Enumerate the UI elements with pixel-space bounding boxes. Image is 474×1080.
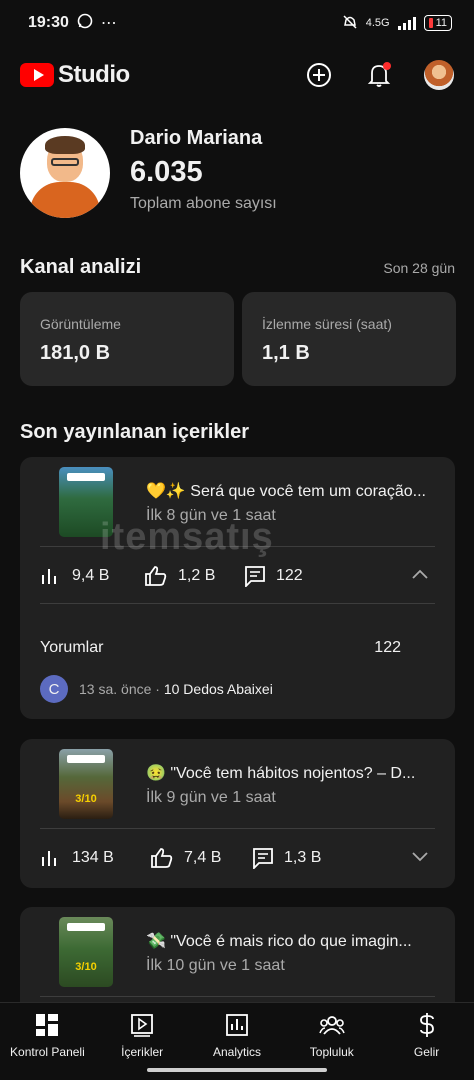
- views-metric: 134 B: [40, 848, 150, 868]
- whatsapp-icon: [77, 13, 93, 34]
- thumbnail-mark: 3/10: [75, 793, 97, 805]
- comments-total: 122: [374, 639, 401, 656]
- bar-chart-icon: [42, 569, 56, 584]
- notification-badge: [383, 62, 391, 70]
- comments-metric: 122: [244, 565, 303, 587]
- likes-metric: 1,2 B: [144, 565, 244, 587]
- likes-count: 1,2 B: [178, 567, 216, 584]
- video-title[interactable]: 💛✨ Será que você tem um coração...: [146, 481, 446, 501]
- commenter-avatar: C: [40, 675, 68, 703]
- status-time: 19:30: [28, 14, 69, 31]
- more-notifications-icon: ⋯: [100, 15, 117, 32]
- content-card[interactable]: 3/10 🤢 "Você tem hábitos nojentos? – D..…: [20, 739, 455, 888]
- brand-name: Studio: [58, 61, 130, 88]
- comments-count: 122: [276, 567, 303, 584]
- watch-time-card[interactable]: İzlenme süresi (saat) 1,1 B: [242, 292, 456, 386]
- home-indicator[interactable]: [147, 1068, 327, 1072]
- mute-icon: [342, 14, 358, 33]
- comment-author: 10 Dedos Abaixei: [163, 681, 273, 697]
- channel-name: Dario Mariana: [130, 127, 263, 149]
- views-count: 134 B: [72, 849, 114, 866]
- comments-metric: 1,3 B: [252, 847, 321, 869]
- recent-content-title: Son yayınlanan içerikler: [20, 421, 249, 443]
- content-card[interactable]: 💛✨ Será que você tem um coração... İlk 8…: [20, 457, 455, 719]
- thumbs-up-icon: [145, 566, 167, 586]
- comments-count: 1,3 B: [284, 849, 322, 866]
- video-title[interactable]: 🤢 "Você tem hábitos nojentos? – D...: [146, 763, 446, 783]
- chevron-down-icon[interactable]: [411, 849, 429, 867]
- nav-label: Topluluk: [309, 1045, 354, 1059]
- watermark: itemsatış: [100, 516, 274, 558]
- nav-label: Analytics: [212, 1045, 261, 1059]
- comment-time: 13 sa. önce: [79, 681, 152, 697]
- video-age: İlk 10 gün ve 1 saat: [146, 957, 285, 974]
- app-header: Studio: [0, 46, 474, 104]
- thumbnail-mark: 3/10: [75, 961, 97, 973]
- watch-time-label: İzlenme süresi (saat): [262, 316, 392, 332]
- nav-dashboard[interactable]: Kontrol Paneli: [0, 1003, 95, 1080]
- notifications-button[interactable]: [364, 60, 394, 90]
- battery-icon: 11: [423, 15, 452, 31]
- nav-earn[interactable]: Gelir: [379, 1003, 474, 1080]
- channel-analytics-title: Kanal analizi: [20, 256, 142, 278]
- comments-label: Yorumlar: [40, 639, 104, 656]
- subscriber-label: Toplam abone sayısı: [130, 195, 277, 212]
- latest-comment[interactable]: C 13 sa. önce · 10 Dedos Abaixei: [40, 675, 273, 703]
- account-avatar[interactable]: [424, 60, 454, 90]
- thumbs-up-icon: [151, 848, 173, 868]
- channel-avatar[interactable]: [20, 128, 110, 218]
- likes-metric: 7,4 B: [150, 847, 252, 869]
- views-count: 9,4 B: [72, 567, 110, 584]
- likes-count: 7,4 B: [184, 849, 222, 866]
- youtube-studio-logo[interactable]: Studio: [20, 61, 130, 89]
- video-thumbnail[interactable]: 3/10: [59, 749, 113, 819]
- add-circle-icon: [307, 63, 331, 87]
- views-card[interactable]: Görüntüleme 181,0 B: [20, 292, 234, 386]
- content-icon: [130, 1011, 154, 1039]
- channel-profile: Dario Mariana 6.035 Toplam abone sayısı: [20, 127, 277, 218]
- comment-icon: [245, 566, 265, 587]
- signal-icon: [397, 16, 416, 30]
- views-value: 181,0 B: [40, 342, 111, 364]
- analytics-range: Son 28 gün: [383, 260, 455, 276]
- comment-icon: [253, 848, 273, 869]
- video-title[interactable]: 💸 "Você é mais rico do que imagin...: [146, 931, 446, 951]
- views-label: Görüntüleme: [40, 316, 121, 332]
- battery-level: 11: [435, 17, 447, 29]
- create-button[interactable]: [304, 60, 334, 90]
- community-icon: [319, 1011, 345, 1039]
- video-thumbnail[interactable]: 3/10: [59, 917, 113, 987]
- nav-label: İçerikler: [121, 1045, 164, 1059]
- video-age: İlk 9 gün ve 1 saat: [146, 789, 276, 806]
- status-bar: 19:30 ⋯ 4.5G 11: [0, 0, 474, 46]
- network-type: 4.5G: [365, 17, 390, 29]
- chevron-up-icon[interactable]: [411, 567, 429, 585]
- nav-label: Gelir: [413, 1045, 440, 1059]
- views-metric: 9,4 B: [40, 566, 144, 586]
- comments-header[interactable]: Yorumlar 122: [40, 639, 435, 657]
- bar-chart-icon: [42, 851, 56, 866]
- analytics-icon: [225, 1011, 249, 1039]
- subscriber-count: 6.035: [130, 156, 203, 188]
- earn-icon: [417, 1011, 437, 1039]
- dashboard-icon: [35, 1011, 59, 1039]
- youtube-logo-icon: [20, 63, 54, 87]
- nav-label: Kontrol Paneli: [10, 1045, 85, 1059]
- watch-time-value: 1,1 B: [262, 342, 310, 364]
